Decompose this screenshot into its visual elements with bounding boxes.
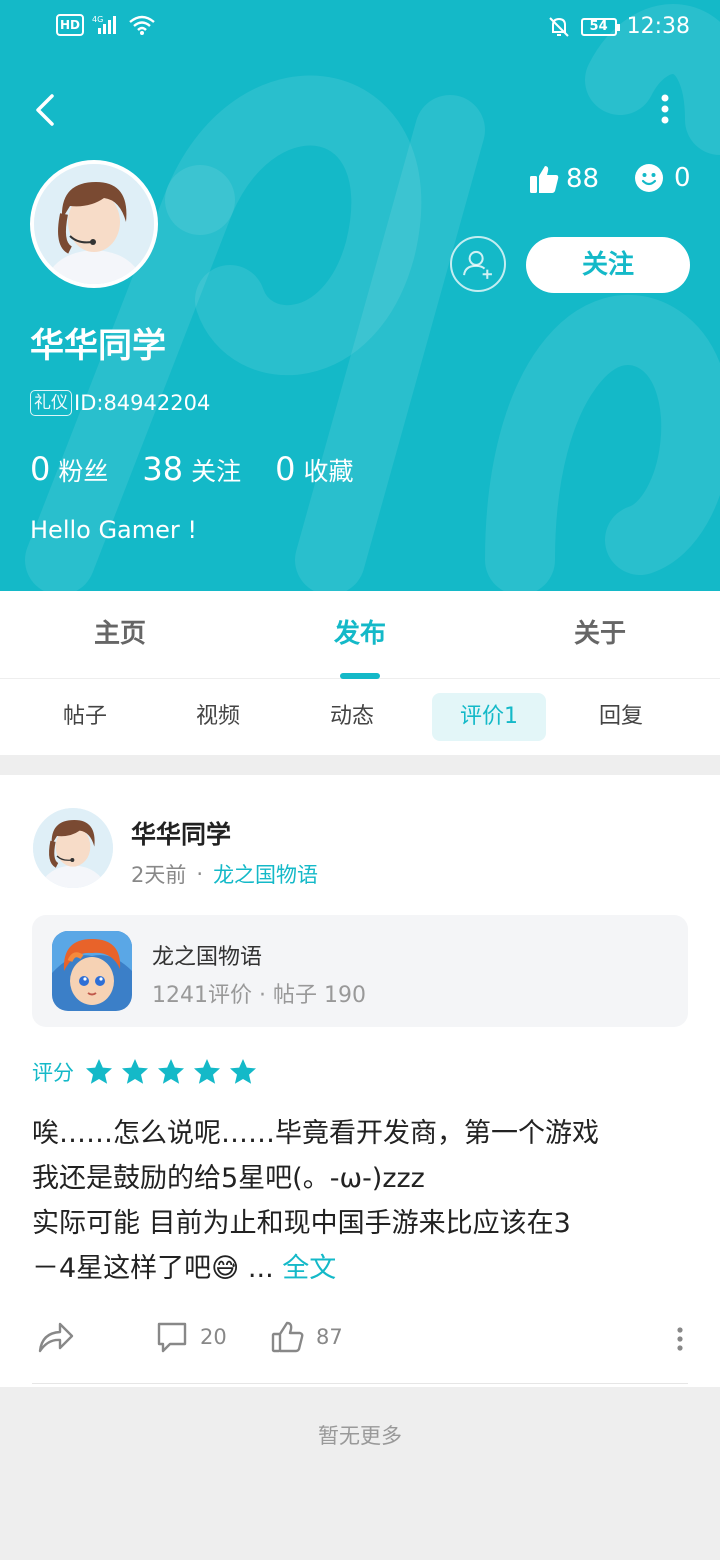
rating-row: 评分 (32, 1057, 264, 1087)
share-button[interactable] (36, 1319, 76, 1355)
subtab-moments[interactable]: 动态 (297, 693, 407, 741)
author-name[interactable]: 华华同学 (131, 815, 231, 851)
smiles-count: 0 (674, 163, 691, 193)
like-icon (271, 1321, 304, 1353)
social-counts: 0 粉丝 38 关注 0 收藏 (30, 450, 387, 488)
likes-count: 88 (566, 164, 600, 194)
star-icon (122, 1059, 148, 1084)
mute-bell-icon (548, 16, 569, 37)
battery-indicator: 54 (580, 17, 620, 36)
smiles-stat[interactable]: 0 (634, 163, 691, 193)
game-name: 龙之国物语 (152, 945, 263, 970)
clock: 12:38 (626, 14, 690, 39)
following-label[interactable]: 关注 (191, 452, 241, 488)
avatar[interactable] (30, 160, 158, 288)
signal-icon: 4G (92, 15, 117, 34)
fans-count[interactable]: 0 (30, 450, 50, 488)
card-divider (32, 1383, 688, 1384)
review-card[interactable]: 华华同学 2天前 · 龙之国物语 龙之国物语 1241评价 · 帖子 190 评… (0, 775, 720, 1387)
profile-header: HD 4G 54 12:38 88 0 关注 华华同学 礼仪 ID:849422… (0, 0, 720, 591)
rating-label: 评分 (32, 1061, 74, 1085)
back-icon[interactable] (28, 90, 64, 130)
no-more-content: 暂无更多 (318, 1424, 402, 1448)
game-stats: 1241评价 · 帖子 190 (152, 983, 366, 1008)
subtab-reviews[interactable]: 评价1 (432, 693, 546, 741)
rating-stars (84, 1057, 264, 1087)
profile-bio: Hello Gamer ! (30, 516, 198, 544)
wifi-icon (129, 15, 155, 35)
smile-icon (635, 164, 663, 192)
comment-button[interactable]: 20 (154, 1319, 227, 1355)
author-avatar[interactable] (33, 808, 113, 888)
subtab-videos[interactable]: 视频 (163, 693, 273, 741)
favorites-count[interactable]: 0 (275, 450, 295, 488)
subtab-replies[interactable]: 回复 (566, 693, 676, 741)
tab-posts[interactable]: 发布 (240, 591, 480, 679)
read-full-link[interactable]: 全文 (282, 1253, 336, 1284)
sub-tab-bar: 帖子 视频 动态 评价1 回复 (0, 679, 720, 755)
svg-text:4G: 4G (92, 15, 103, 24)
like-button[interactable]: 87 (270, 1319, 343, 1355)
user-id: ID:84942204 (74, 391, 211, 415)
star-icon (86, 1059, 112, 1084)
comment-icon (157, 1322, 187, 1353)
more-vertical-icon[interactable] (650, 90, 680, 130)
avatar-illustration (34, 164, 154, 284)
game-card[interactable]: 龙之国物语 1241评价 · 帖子 190 (32, 915, 688, 1027)
user-id-row: 礼仪 ID:84942204 (30, 390, 210, 416)
main-tab-bar: 主页 发布 关于 (0, 591, 720, 679)
subtab-threads[interactable]: 帖子 (30, 693, 140, 741)
watermark-logo (25, 4, 720, 591)
like-count: 87 (316, 1325, 343, 1349)
thumbs-up-icon (530, 166, 559, 193)
game-character-icon (52, 931, 132, 1011)
star-icon (230, 1059, 256, 1084)
star-icon (158, 1059, 184, 1084)
tab-about[interactable]: 关于 (480, 591, 720, 679)
comment-count: 20 (200, 1325, 227, 1349)
profile-name: 华华同学 (30, 326, 166, 366)
star-icon (194, 1059, 220, 1084)
tab-home[interactable]: 主页 (0, 591, 240, 679)
post-actions: 20 87 (0, 1315, 720, 1365)
hd-badge: HD (56, 14, 85, 36)
fans-label[interactable]: 粉丝 (58, 452, 108, 488)
following-count[interactable]: 38 (142, 450, 183, 488)
meta-separator: · (196, 862, 204, 886)
favorites-label[interactable]: 收藏 (303, 452, 353, 488)
post-meta: 2天前 · 龙之国物语 (131, 859, 318, 889)
etiquette-badge[interactable]: 礼仪 (30, 390, 72, 416)
game-tag-link[interactable]: 龙之国物语 (213, 859, 318, 889)
add-friend-icon[interactable] (450, 236, 506, 292)
avatar-illustration (33, 808, 113, 888)
likes-stat[interactable]: 88 (528, 163, 599, 195)
status-bar: HD 4G 54 12:38 (0, 0, 720, 54)
post-time: 2天前 (131, 863, 187, 887)
more-vertical-icon[interactable] (670, 1325, 690, 1355)
follow-button[interactable]: 关注 (526, 237, 690, 293)
review-body[interactable]: 唉……怎么说呢……毕竟看开发商，第一个游戏 我还是鼓励的给5星吧(。-ω-)zz… (32, 1111, 682, 1291)
game-icon (52, 931, 132, 1011)
share-icon (38, 1322, 74, 1353)
